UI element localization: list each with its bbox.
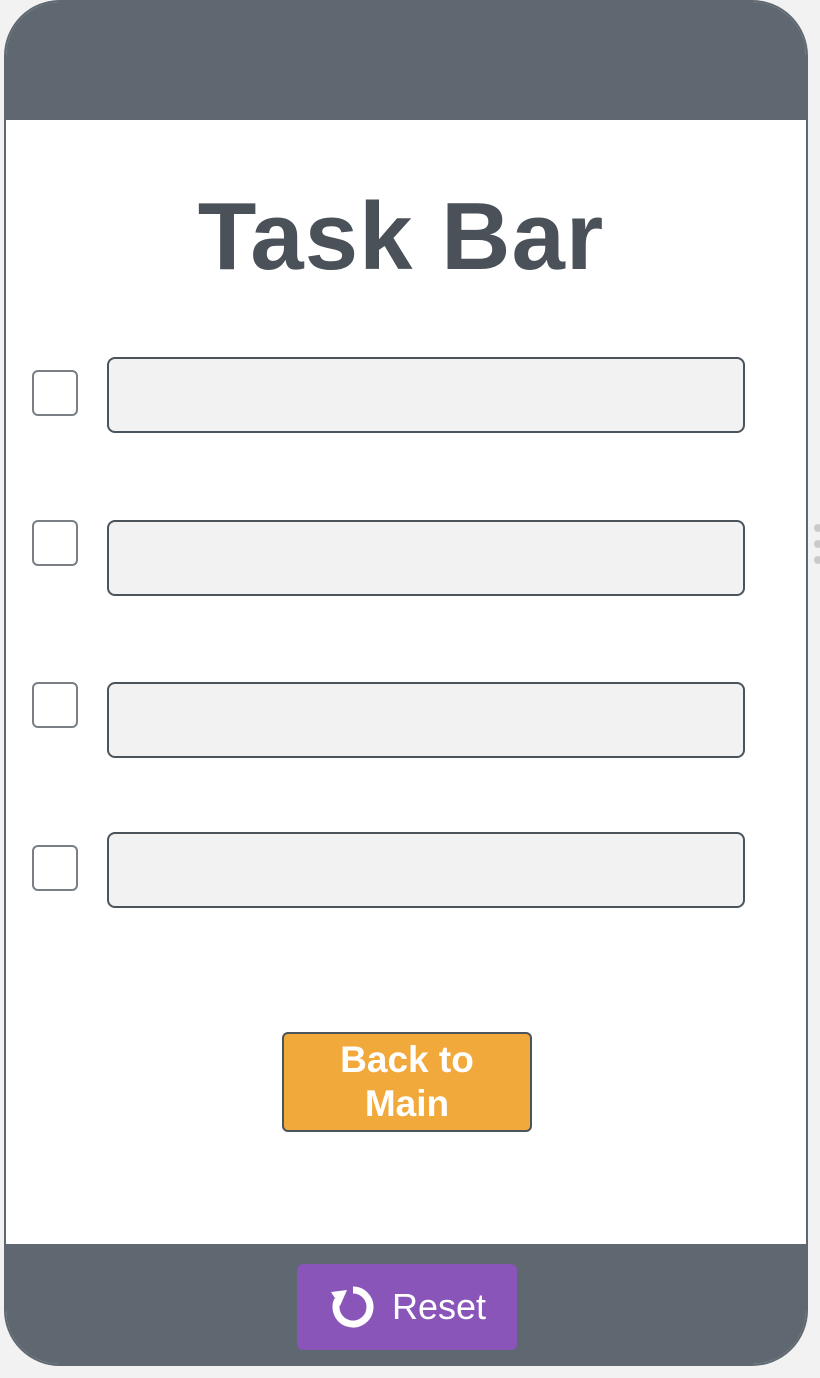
reset-label: Reset bbox=[391, 1286, 487, 1327]
task-checkbox-3[interactable] bbox=[32, 682, 78, 728]
refresh-icon bbox=[330, 1286, 374, 1328]
task-input-4[interactable] bbox=[107, 832, 745, 908]
task-row-4 bbox=[6, 832, 806, 908]
task-input-1[interactable] bbox=[107, 357, 745, 433]
task-checkbox-4[interactable] bbox=[32, 845, 78, 891]
reset-button[interactable]: Reset bbox=[297, 1264, 517, 1350]
task-row-3 bbox=[6, 682, 806, 758]
back-to-main-button[interactable]: Back to Main bbox=[282, 1032, 532, 1132]
task-input-2[interactable] bbox=[107, 520, 745, 596]
task-row-1 bbox=[6, 357, 806, 433]
task-row-2 bbox=[6, 520, 806, 596]
task-checkbox-1[interactable] bbox=[32, 370, 78, 416]
task-checkbox-2[interactable] bbox=[32, 520, 78, 566]
page-title: Task Bar bbox=[197, 183, 605, 290]
task-input-3[interactable] bbox=[107, 682, 745, 758]
header-bar bbox=[6, 2, 806, 120]
side-handle-dots bbox=[814, 524, 820, 568]
phone-frame: Task Bar Back to Main Reset bbox=[4, 0, 808, 1366]
